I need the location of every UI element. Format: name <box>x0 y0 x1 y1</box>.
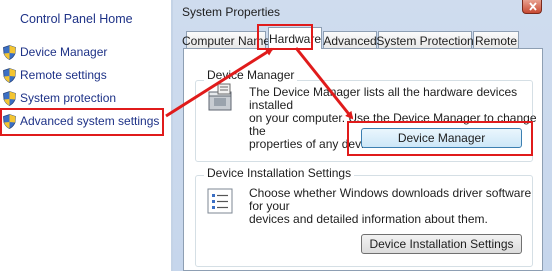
device-manager-icon <box>206 82 236 114</box>
highlight-box-advanced-settings <box>0 108 164 136</box>
checklist-icon <box>206 187 234 215</box>
sidebar-item-label: System protection <box>20 91 117 105</box>
close-icon[interactable] <box>522 0 542 14</box>
shield-icon <box>3 44 16 60</box>
system-properties-dialog: System Properties Computer Name Hardware… <box>173 0 552 271</box>
tab-computer-name[interactable]: Computer Name <box>182 31 270 49</box>
dialog-title: System Properties <box>182 5 281 19</box>
tab-remote[interactable]: Remote <box>473 31 519 49</box>
sidebar-item-device-manager[interactable]: Device Manager <box>0 42 107 62</box>
highlight-box-hardware-tab <box>257 24 313 50</box>
device-installation-group-title: Device Installation Settings <box>204 166 355 180</box>
control-panel-sidebar: Control Panel Home Device Manager Remote… <box>0 0 172 271</box>
tab-system-protection[interactable]: System Protection <box>376 31 474 49</box>
shield-icon <box>3 90 16 106</box>
hardware-tab-panel: Device Manager The Device Manager lists … <box>183 48 543 271</box>
sidebar-item-label: Device Manager <box>20 45 108 59</box>
tab-advanced[interactable]: Advanced <box>323 31 377 49</box>
device-manager-group-title: Device Manager <box>204 68 298 82</box>
sidebar-item-label: Remote settings <box>20 68 107 82</box>
highlight-box-device-manager-button <box>347 121 533 156</box>
shield-icon <box>3 67 16 83</box>
control-panel-home-link[interactable]: Control Panel Home <box>20 12 133 26</box>
device-installation-settings-button[interactable]: Device Installation Settings <box>361 234 522 254</box>
sidebar-item-remote-settings[interactable]: Remote settings <box>0 65 107 85</box>
sidebar-item-system-protection[interactable]: System protection <box>0 88 116 108</box>
device-installation-description: Choose whether Windows downloads driver … <box>249 186 532 226</box>
